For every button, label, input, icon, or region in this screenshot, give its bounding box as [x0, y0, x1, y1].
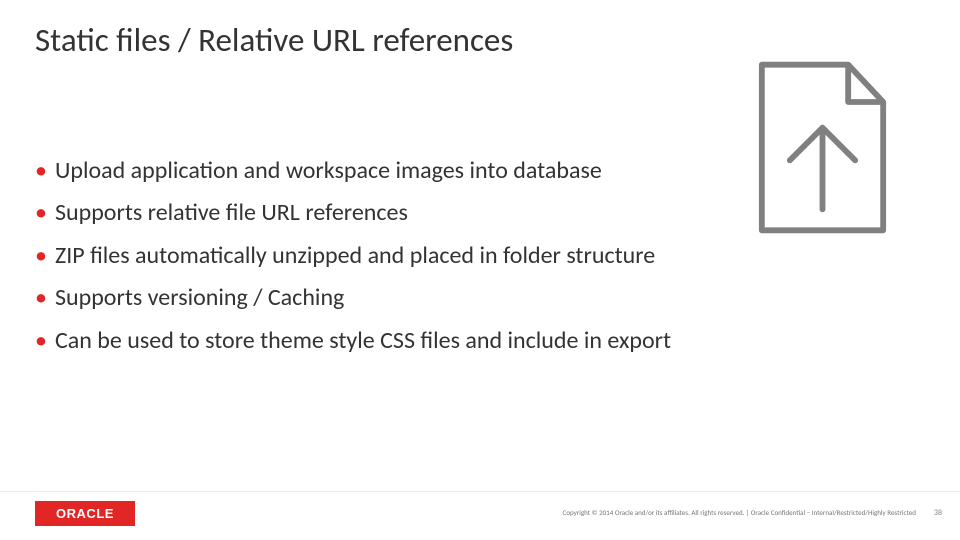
oracle-logo-text: ORACLE [56, 506, 114, 521]
bullet-text: ZIP files automatically unzipped and pla… [55, 240, 655, 272]
footer-divider [0, 491, 960, 492]
list-item: • ZIP files automatically unzipped and p… [35, 240, 920, 272]
page-number: 38 [934, 508, 942, 518]
oracle-logo: ORACLE [35, 501, 135, 526]
bullet-text: Supports versioning / Caching [55, 282, 344, 314]
slide-title: Static files / Relative URL references [35, 20, 513, 60]
bullet-icon: • [35, 199, 47, 228]
bullet-text: Can be used to store theme style CSS fil… [55, 325, 671, 357]
bullet-text: Supports relative file URL references [55, 197, 408, 229]
bullet-icon: • [35, 157, 47, 186]
bullet-list: • Upload application and workspace image… [35, 155, 920, 367]
slide-footer: ORACLE Copyright © 2014 Oracle and/or it… [0, 500, 960, 540]
bullet-text: Upload application and workspace images … [55, 155, 602, 187]
copyright-text: Copyright © 2014 Oracle and/or its affil… [563, 508, 916, 517]
footer-right: Copyright © 2014 Oracle and/or its affil… [563, 508, 942, 518]
bullet-icon: • [35, 242, 47, 271]
bullet-icon: • [35, 327, 47, 356]
list-item: • Supports versioning / Caching [35, 282, 920, 314]
slide: Static files / Relative URL references •… [0, 0, 960, 540]
bullet-icon: • [35, 284, 47, 313]
list-item: • Supports relative file URL references [35, 197, 920, 229]
list-item: • Can be used to store theme style CSS f… [35, 325, 920, 357]
list-item: • Upload application and workspace image… [35, 155, 920, 187]
